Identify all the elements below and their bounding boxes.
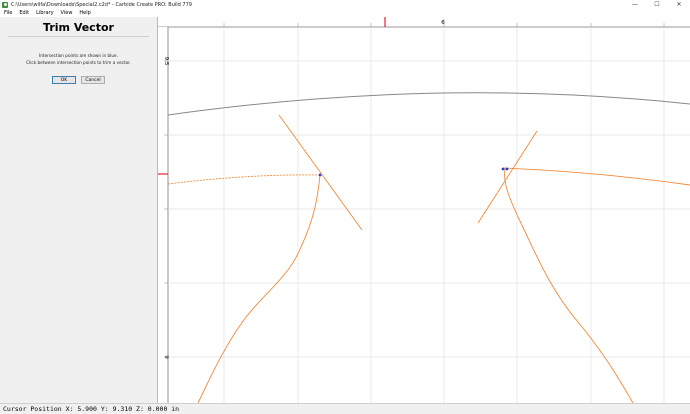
- intersection-point-right-a[interactable]: [501, 167, 505, 171]
- trim-vector-panel: Trim Vector Intersection points are show…: [0, 17, 158, 403]
- panel-message-line2: Click between intersection points to tri…: [26, 60, 131, 65]
- left-dashed-vector[interactable]: [167, 174, 319, 185]
- window-controls: — ☐ ✕: [624, 0, 690, 9]
- app-icon: [2, 1, 8, 8]
- design-canvas[interactable]: 6 9.5 9: [158, 17, 690, 403]
- maximize-button[interactable]: ☐: [646, 0, 668, 9]
- panel-divider: [8, 36, 149, 37]
- panel-title: Trim Vector: [43, 21, 114, 34]
- left-crossing-vector[interactable]: [278, 114, 363, 231]
- canvas-svg[interactable]: 6 9.5 9: [158, 17, 690, 403]
- window-title: C:\Users\wilfa\Downloads\Special2.c2d* -…: [11, 1, 192, 8]
- right-upper-vector[interactable]: [502, 167, 690, 186]
- left-ruler: [158, 27, 168, 403]
- top-ruler: [158, 17, 690, 27]
- cursor-position-readout: Cursor Position X: 5.900 Y: 9.310 Z: 0.0…: [3, 405, 180, 413]
- minimize-button[interactable]: —: [624, 0, 646, 9]
- close-button[interactable]: ✕: [668, 0, 690, 9]
- menu-library[interactable]: Library: [32, 10, 56, 16]
- menu-bar: File Edit Library View Help: [0, 9, 690, 17]
- menu-help[interactable]: Help: [75, 10, 93, 16]
- menu-edit[interactable]: Edit: [15, 10, 32, 16]
- ok-button[interactable]: OK: [52, 76, 76, 84]
- top-ruler-label: 6: [441, 20, 445, 26]
- grid-lines: [168, 27, 690, 403]
- intersection-point-right-b[interactable]: [505, 167, 509, 171]
- menu-file[interactable]: File: [0, 10, 15, 16]
- menu-view[interactable]: View: [57, 10, 76, 16]
- panel-message-line1: Intersection points are shown in blue.: [39, 53, 118, 58]
- cancel-button[interactable]: Cancel: [81, 76, 105, 84]
- arc-vector[interactable]: [167, 92, 690, 116]
- orange-vectors[interactable]: [167, 114, 690, 403]
- intersection-point-left[interactable]: [318, 173, 322, 177]
- title-bar: C:\Users\wilfa\Downloads\Special2.c2d* -…: [0, 0, 690, 9]
- right-descending-vector[interactable]: [504, 168, 634, 403]
- status-bar: Cursor Position X: 5.900 Y: 9.310 Z: 0.0…: [0, 403, 690, 414]
